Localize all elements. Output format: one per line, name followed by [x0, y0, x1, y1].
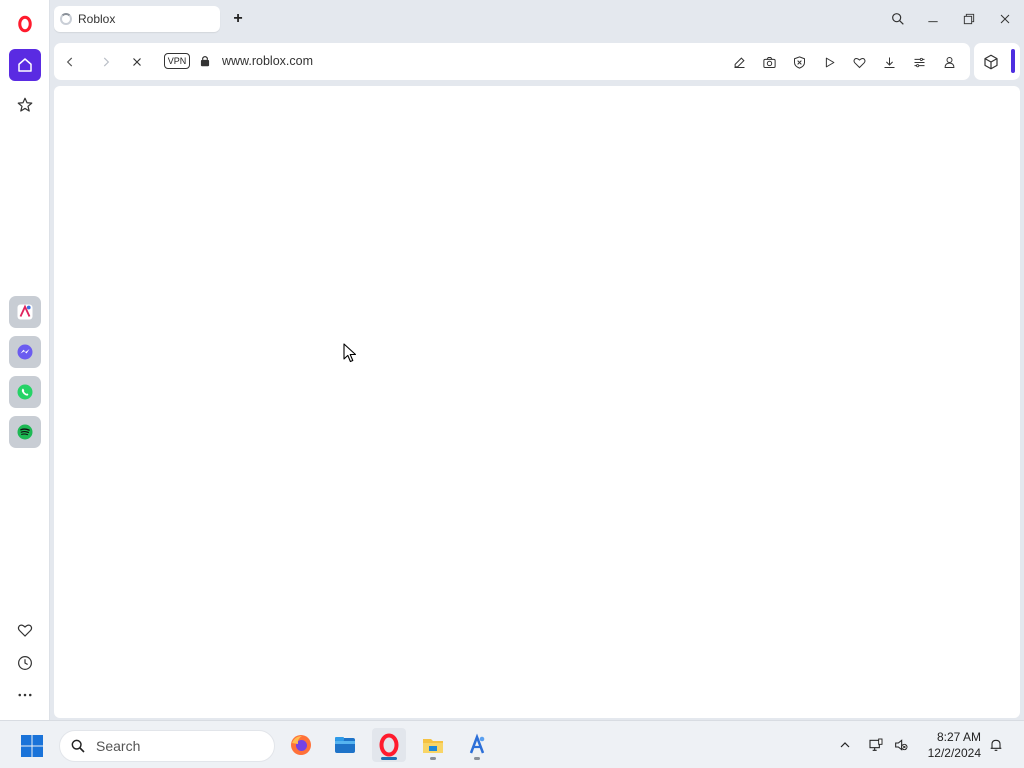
file-explorer-app-icon[interactable]: [328, 728, 362, 762]
snapshot-edit-icon[interactable]: [729, 52, 749, 72]
running-app-indicator: [430, 757, 436, 760]
opera-sidebar: [0, 0, 50, 720]
camera-icon[interactable]: [759, 52, 779, 72]
url-field[interactable]: www.roblox.com: [222, 54, 313, 68]
opera-taskbar-icon[interactable]: [372, 728, 406, 762]
notification-bell-icon[interactable]: [986, 735, 1006, 755]
page-viewport: [54, 86, 1020, 718]
windows-taskbar: Search 8:27 AM 12/2/2024: [0, 720, 1024, 768]
profile-icon[interactable]: [939, 52, 959, 72]
tab-strip: Roblox +: [50, 0, 1024, 40]
sidebar-toggle-bar[interactable]: [1011, 49, 1015, 73]
firefox-app-icon[interactable]: [284, 728, 318, 762]
aria-app-icon[interactable]: [9, 296, 41, 328]
pen-app-icon[interactable]: [460, 728, 494, 762]
volume-muted-icon[interactable]: [891, 735, 911, 755]
new-tab-button[interactable]: +: [228, 10, 248, 28]
clock-date: 12/2/2024: [927, 746, 981, 760]
restore-icon[interactable]: [957, 8, 981, 30]
forward-arrow-icon[interactable]: [95, 51, 117, 73]
search-icon: [71, 739, 85, 753]
folder-app-icon[interactable]: [416, 728, 450, 762]
home-button[interactable]: [9, 49, 41, 81]
mouse-cursor-icon: [343, 343, 357, 363]
sidebar-more-icon[interactable]: [9, 679, 41, 711]
running-app-indicator: [474, 757, 480, 760]
extensions-cube-icon[interactable]: [982, 53, 1000, 71]
lock-icon[interactable]: [198, 53, 212, 69]
tab-roblox[interactable]: Roblox: [54, 6, 220, 32]
tab-title: Roblox: [78, 12, 116, 26]
active-app-indicator: [381, 757, 397, 760]
close-icon[interactable]: [993, 8, 1017, 30]
history-clock-icon[interactable]: [9, 647, 41, 679]
chevron-up-icon[interactable]: [835, 735, 855, 755]
vpn-badge[interactable]: VPN: [164, 53, 190, 69]
spotify-app-icon[interactable]: [9, 416, 41, 448]
search-placeholder: Search: [96, 738, 141, 754]
back-arrow-icon[interactable]: [59, 51, 81, 73]
network-icon[interactable]: [866, 735, 886, 755]
player-play-icon[interactable]: [819, 52, 839, 72]
minimize-icon[interactable]: [921, 8, 945, 30]
bookmarks-star-icon[interactable]: [9, 89, 41, 121]
stop-loading-icon[interactable]: [126, 51, 148, 73]
easy-setup-icon[interactable]: [909, 52, 929, 72]
download-icon[interactable]: [879, 52, 899, 72]
clock-time: 8:27 AM: [936, 730, 981, 744]
messenger-app-icon[interactable]: [9, 336, 41, 368]
address-toolbar: VPN www.roblox.com: [54, 43, 970, 80]
windows-start-icon[interactable]: [20, 734, 44, 758]
tab-search-icon[interactable]: [886, 8, 910, 30]
loading-spinner-icon: [60, 13, 72, 25]
system-clock[interactable]: 8:27 AM 12/2/2024: [928, 729, 981, 761]
taskbar-search[interactable]: Search: [59, 730, 275, 762]
extensions-area: [974, 43, 1020, 80]
my-flow-heart-icon[interactable]: [9, 614, 41, 646]
opera-menu-icon[interactable]: [9, 8, 41, 40]
ad-blocker-shield-icon[interactable]: [789, 52, 809, 72]
heart-icon[interactable]: [849, 52, 869, 72]
whatsapp-app-icon[interactable]: [9, 376, 41, 408]
